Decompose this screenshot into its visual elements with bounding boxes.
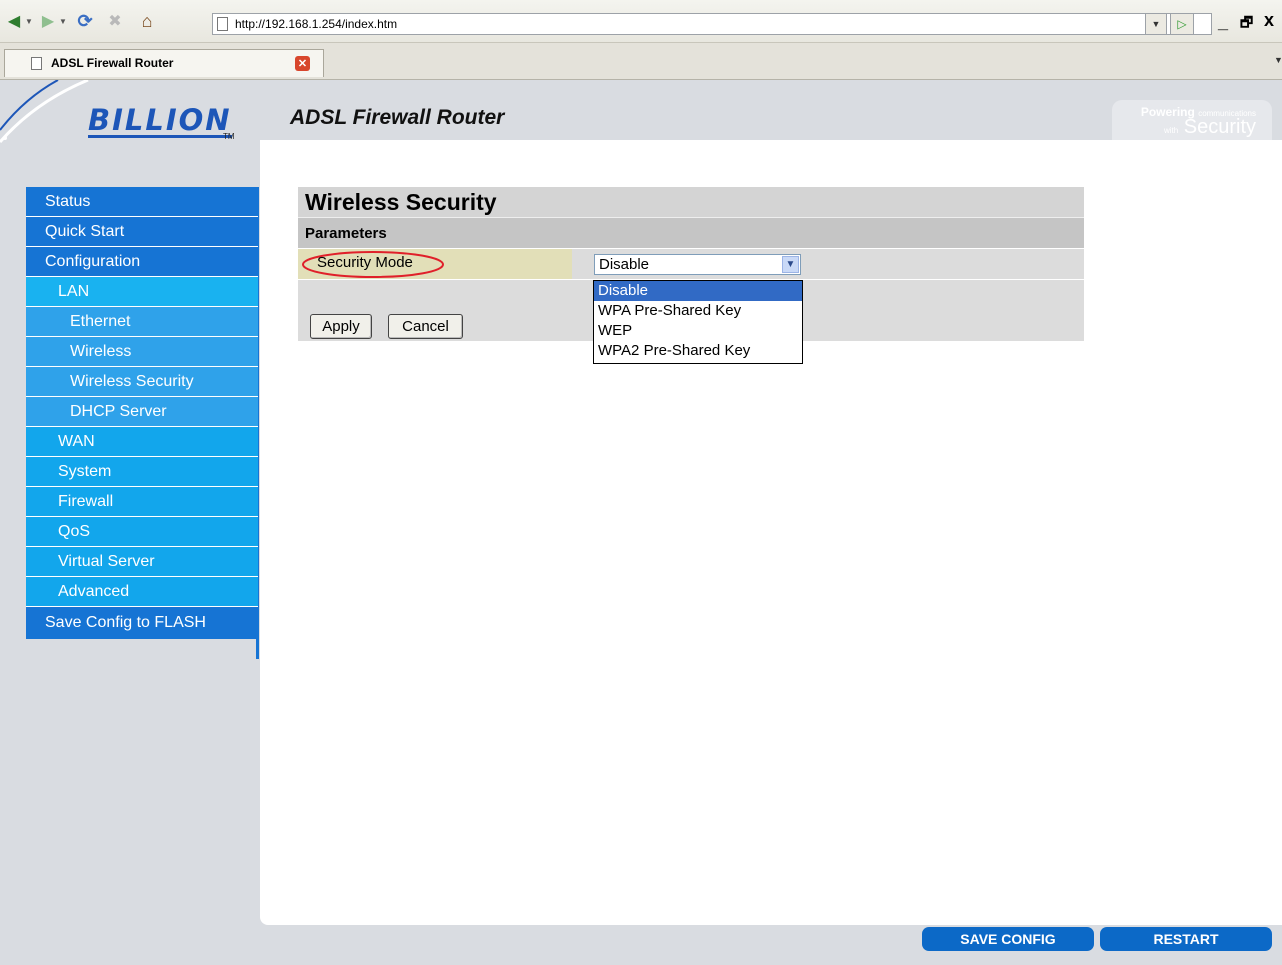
cancel-button[interactable]: Cancel — [388, 314, 463, 339]
security-mode-label-cell: Security Mode — [298, 249, 572, 279]
home-icon[interactable]: ⌂ — [134, 10, 160, 32]
sidebar-item-qos[interactable]: QoS — [26, 517, 258, 547]
reload-icon[interactable]: ⟳ — [74, 10, 96, 32]
sidebar-item-wireless-security[interactable]: Wireless Security — [26, 367, 258, 397]
go-icon[interactable]: ▷ — [1170, 13, 1194, 35]
tab-list-icon[interactable]: ▼ — [1274, 55, 1282, 65]
selected-value: Disable — [599, 256, 650, 273]
save-config-button[interactable]: SAVE CONFIG — [922, 927, 1094, 951]
sidebar-item-dhcp-server[interactable]: DHCP Server — [26, 397, 258, 427]
stop-icon[interactable]: ✖ — [104, 10, 126, 32]
sidebar-item-quick-start[interactable]: Quick Start — [26, 217, 258, 247]
trademark: TM — [223, 132, 235, 141]
tab-bar: ADSL Firewall Router ✕ ▼ — [0, 43, 1282, 80]
parameters-heading: Parameters — [298, 217, 1084, 248]
sidebar-nav: Status Quick Start Configuration LAN Eth… — [26, 187, 258, 639]
security-mode-dropdown-list: Disable WPA Pre-Shared Key WEP WPA2 Pre-… — [593, 280, 803, 364]
url-text: http://192.168.1.254/index.htm — [235, 17, 398, 31]
back-dropdown-icon[interactable]: ▼ — [24, 10, 34, 32]
router-page: BILLION TM ADSL Firewall Router Powering… — [0, 80, 1282, 965]
restore-icon[interactable]: 🗗 — [1240, 12, 1253, 36]
sidebar-item-system[interactable]: System — [26, 457, 258, 487]
tab-router[interactable]: ADSL Firewall Router ✕ — [4, 49, 324, 77]
sidebar-item-ethernet[interactable]: Ethernet — [26, 307, 258, 337]
close-icon[interactable]: x — [1264, 10, 1274, 31]
sidebar-item-configuration[interactable]: Configuration — [26, 247, 258, 277]
address-bar[interactable]: http://192.168.1.254/index.htm — [212, 13, 1212, 35]
back-icon[interactable]: ◀ — [4, 10, 24, 32]
restart-button[interactable]: RESTART — [1100, 927, 1272, 951]
main-content: Wireless Security Parameters Security Mo… — [260, 140, 1282, 925]
browser-toolbar: ◀ ▼ ▶ ▼ ⟳ ✖ ⌂ http://192.168.1.254/index… — [0, 0, 1282, 43]
option-wep[interactable]: WEP — [594, 321, 802, 341]
sidebar-item-wan[interactable]: WAN — [26, 427, 258, 457]
apply-button[interactable]: Apply — [310, 314, 372, 339]
option-disable[interactable]: Disable — [594, 281, 802, 301]
security-mode-row: Security Mode Disable ▼ — [298, 248, 1084, 279]
option-wpa2-psk[interactable]: WPA2 Pre-Shared Key — [594, 341, 802, 361]
address-dropdown-icon[interactable]: ▼ — [1145, 13, 1167, 35]
swoosh-decoration — [0, 80, 89, 143]
option-wpa-psk[interactable]: WPA Pre-Shared Key — [594, 301, 802, 321]
sidebar-item-save-config-flash[interactable]: Save Config to FLASH — [26, 607, 258, 639]
forward-icon[interactable]: ▶ — [38, 10, 58, 32]
sidebar-item-virtual-server[interactable]: Virtual Server — [26, 547, 258, 577]
billion-logo: BILLION — [88, 103, 232, 138]
page-icon — [217, 17, 228, 31]
sidebar-item-status[interactable]: Status — [26, 187, 258, 217]
minimize-icon[interactable]: _ — [1218, 12, 1228, 33]
chevron-down-icon[interactable]: ▼ — [782, 256, 799, 273]
sidebar-item-advanced[interactable]: Advanced — [26, 577, 258, 607]
security-mode-label: Security Mode — [317, 254, 413, 271]
tab-close-icon[interactable]: ✕ — [295, 56, 310, 71]
sidebar-item-firewall[interactable]: Firewall — [26, 487, 258, 517]
page-title: ADSL Firewall Router — [290, 106, 505, 129]
section-title: Wireless Security — [298, 187, 1084, 217]
security-mode-select[interactable]: Disable ▼ — [594, 254, 801, 275]
page-icon — [31, 57, 42, 70]
tab-title: ADSL Firewall Router — [51, 56, 174, 70]
forward-dropdown-icon[interactable]: ▼ — [58, 10, 68, 32]
sidebar-item-wireless[interactable]: Wireless — [26, 337, 258, 367]
sidebar-item-lan[interactable]: LAN — [26, 277, 258, 307]
